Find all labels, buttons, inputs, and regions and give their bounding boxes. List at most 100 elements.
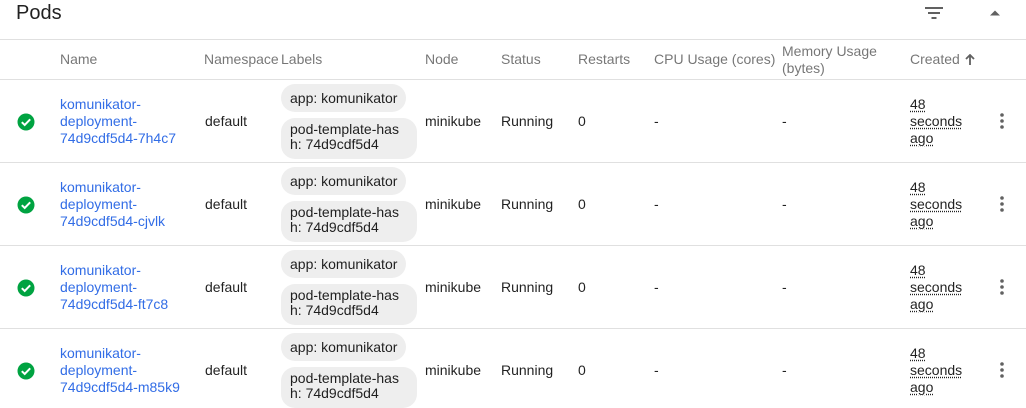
label-chip-app: app: komunikator xyxy=(281,84,407,112)
label-chip-app: app: komunikator xyxy=(281,167,407,195)
label-chip-text: h: 74d9cdf5d4 xyxy=(290,136,379,152)
label-chip-text: pod-template-has xyxy=(290,287,399,303)
column-header-labels: Labels xyxy=(281,51,323,67)
memory-usage-value: - xyxy=(782,113,787,129)
column-header-node[interactable]: Node xyxy=(425,40,458,79)
column-header-namespace[interactable]: Namespace xyxy=(204,40,280,79)
restarts-value: 0 xyxy=(578,279,586,295)
pod-name-link[interactable]: komunikator- deployment- 74d9cdf5d4-7h4c… xyxy=(60,96,195,147)
pod-name-link[interactable]: komunikator- deployment- 74d9cdf5d4-m85k… xyxy=(60,345,195,396)
arrow-upward-icon xyxy=(965,53,975,65)
column-header-memory-usage: Memory Usage (bytes) xyxy=(782,40,877,79)
memory-usage-value: - xyxy=(782,279,787,295)
pod-name-part: komunikator- xyxy=(60,96,141,112)
created-value: 48 seconds ago xyxy=(910,96,980,147)
pod-name-link[interactable]: komunikator- deployment- 74d9cdf5d4-cjvl… xyxy=(60,179,195,230)
column-header-status[interactable]: Status xyxy=(501,40,541,79)
created-part: ago xyxy=(910,379,934,395)
restarts-value: 0 xyxy=(578,362,586,378)
created-part: 48 xyxy=(910,262,926,278)
status-value: Running xyxy=(501,196,554,212)
pods-card-header: Pods xyxy=(0,0,1026,40)
check-circle-icon xyxy=(17,196,35,214)
collapse-button[interactable] xyxy=(982,0,1008,26)
status-value: Running xyxy=(501,113,554,129)
created-part: seconds xyxy=(910,113,963,129)
label-chip-text: pod-template-has xyxy=(290,204,399,220)
memory-usage-value: - xyxy=(782,196,787,212)
arrow-drop-up-icon xyxy=(990,10,1000,16)
created-part: 48 xyxy=(910,96,926,112)
pod-name-part: komunikator- xyxy=(60,262,141,278)
column-header-memory-line2: (bytes) xyxy=(782,59,825,76)
row-actions-button[interactable] xyxy=(992,109,1012,133)
node-value: minikube xyxy=(425,113,482,129)
node-value: minikube xyxy=(425,279,482,295)
restarts-value: 0 xyxy=(578,113,586,129)
pod-name-part: deployment- xyxy=(60,113,138,129)
more-vert-icon xyxy=(1000,113,1004,129)
label-chip-app: app: komunikator xyxy=(281,250,407,278)
namespace-value: default xyxy=(205,279,248,295)
namespace-value: default xyxy=(205,362,248,378)
row-actions-button[interactable] xyxy=(992,275,1012,299)
page-title: Pods xyxy=(16,2,62,24)
pod-name-part: 74d9cdf5d4-m85k9 xyxy=(60,379,180,395)
pod-name-part: deployment- xyxy=(60,279,138,295)
filter-button[interactable] xyxy=(918,0,950,26)
created-part: ago xyxy=(910,296,934,312)
column-header-restarts[interactable]: Restarts xyxy=(578,40,630,79)
row-actions-button[interactable] xyxy=(992,358,1012,382)
created-value: 48 seconds ago xyxy=(910,179,980,230)
pod-name-part: komunikator- xyxy=(60,179,141,195)
created-part: 48 xyxy=(910,179,926,195)
label-chip-pod-template-hash: pod-template-has h: 74d9cdf5d4 xyxy=(281,201,417,242)
check-circle-icon xyxy=(17,362,35,380)
created-part: seconds xyxy=(910,362,963,378)
label-chip-text: h: 74d9cdf5d4 xyxy=(290,219,379,235)
pod-name-part: 74d9cdf5d4-7h4c7 xyxy=(60,130,176,146)
node-value: minikube xyxy=(425,362,482,378)
created-value: 48 seconds ago xyxy=(910,262,980,313)
pod-name-link[interactable]: komunikator- deployment- 74d9cdf5d4-ft7c… xyxy=(60,262,195,313)
check-circle-icon xyxy=(17,113,35,131)
more-vert-icon xyxy=(1000,362,1004,378)
namespace-value: default xyxy=(205,196,248,212)
restarts-value: 0 xyxy=(578,196,586,212)
pod-name-part: deployment- xyxy=(60,362,138,378)
row-actions-button[interactable] xyxy=(992,192,1012,216)
pod-name-part: komunikator- xyxy=(60,345,141,361)
created-part: ago xyxy=(910,213,934,229)
cpu-usage-value: - xyxy=(654,113,659,129)
cpu-usage-value: - xyxy=(654,279,659,295)
table-row: komunikator- deployment- 74d9cdf5d4-m85k… xyxy=(0,329,1026,408)
more-vert-icon xyxy=(1000,196,1004,212)
table-row: komunikator- deployment- 74d9cdf5d4-7h4c… xyxy=(0,80,1026,163)
check-circle-icon xyxy=(17,279,35,297)
more-vert-icon xyxy=(1000,279,1004,295)
column-header-created[interactable]: Created xyxy=(910,40,975,79)
filter-list-icon xyxy=(925,7,943,19)
cpu-usage-value: - xyxy=(654,196,659,212)
cpu-usage-value: - xyxy=(654,362,659,378)
status-value: Running xyxy=(501,362,554,378)
label-chip-text: h: 74d9cdf5d4 xyxy=(290,385,379,401)
created-part: 48 xyxy=(910,345,926,361)
column-header-memory-line1: Memory Usage xyxy=(782,42,877,59)
label-chip-pod-template-hash: pod-template-has h: 74d9cdf5d4 xyxy=(281,367,417,408)
label-chip-text: h: 74d9cdf5d4 xyxy=(290,302,379,318)
pod-name-part: deployment- xyxy=(60,196,138,212)
pod-name-part: 74d9cdf5d4-cjvlk xyxy=(60,213,166,229)
memory-usage-value: - xyxy=(782,362,787,378)
created-part: ago xyxy=(910,130,934,146)
column-header-name[interactable]: Name xyxy=(60,40,97,79)
label-chip-text: pod-template-has xyxy=(290,121,399,137)
label-chip-app: app: komunikator xyxy=(281,333,407,361)
created-part: seconds xyxy=(910,279,963,295)
table-row: komunikator- deployment- 74d9cdf5d4-ft7c… xyxy=(0,246,1026,329)
label-chip-pod-template-hash: pod-template-has h: 74d9cdf5d4 xyxy=(281,118,417,159)
node-value: minikube xyxy=(425,196,482,212)
column-header-cpu-usage: CPU Usage (cores) xyxy=(654,51,776,67)
column-header-created-label: Created xyxy=(910,51,960,67)
pod-name-part: 74d9cdf5d4-ft7c8 xyxy=(60,296,169,312)
